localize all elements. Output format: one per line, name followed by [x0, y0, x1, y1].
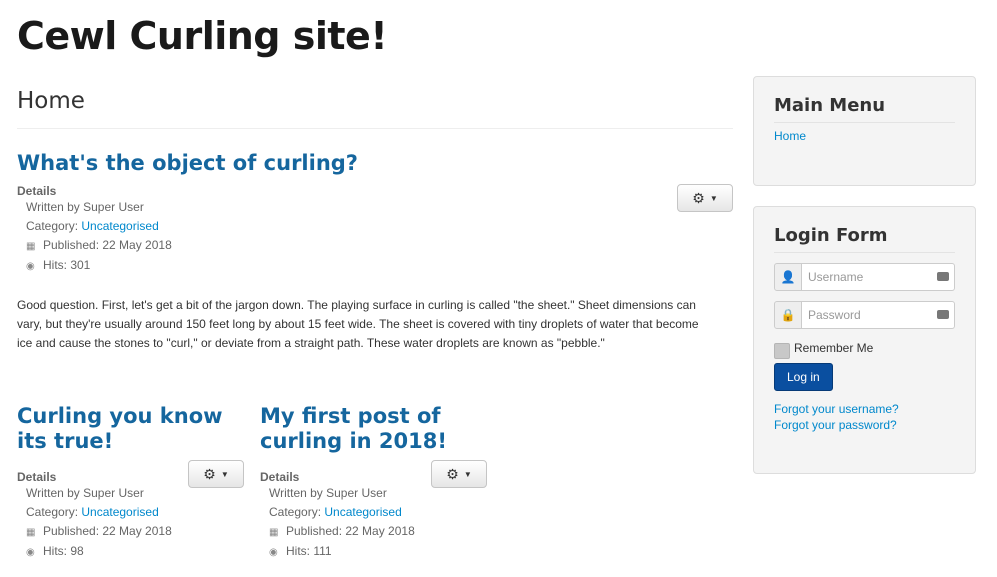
article-card: My first post of curling in 2018! ⚙ ▼ De…: [260, 404, 490, 562]
main-content: Home What's the object of curling? ⚙ ▼ D…: [17, 88, 733, 353]
eye-icon: ◉: [26, 261, 35, 272]
calendar-icon: ▦: [26, 527, 36, 538]
published-text: Published: 22 May 2018: [43, 238, 172, 252]
password-input[interactable]: Password: [802, 301, 955, 329]
page-heading: Home: [17, 88, 733, 129]
article-title[interactable]: Curling you know its true!: [17, 404, 247, 454]
gear-icon: ⚙: [692, 189, 705, 206]
article-title[interactable]: What's the object of curling?: [17, 151, 733, 176]
remember-checkbox[interactable]: [774, 343, 790, 359]
password-placeholder: Password: [808, 308, 861, 322]
eye-icon: ◉: [269, 547, 278, 558]
caret-down-icon: ▼: [709, 193, 718, 203]
main-menu-title: Main Menu: [774, 95, 955, 123]
lead-article: What's the object of curling? ⚙ ▼ Detail…: [17, 151, 733, 353]
remember-label: Remember Me: [794, 341, 874, 355]
keyboard-icon[interactable]: [937, 272, 949, 281]
category-link[interactable]: Uncategorised: [81, 219, 158, 233]
published-text: Published: 22 May 2018: [43, 524, 172, 538]
hits-text: Hits: 111: [286, 544, 332, 558]
article-tools-button[interactable]: ⚙ ▼: [677, 184, 733, 212]
details-label: Details: [17, 184, 57, 198]
caret-down-icon: ▼: [463, 469, 472, 479]
category-label: Category:: [26, 219, 82, 233]
login-form-title: Login Form: [774, 225, 955, 253]
article-title[interactable]: My first post of curling in 2018!: [260, 404, 490, 454]
password-group: 🔒 Password: [774, 301, 955, 329]
site-title[interactable]: Cewl Curling site!: [17, 14, 388, 58]
category-link[interactable]: Uncategorised: [324, 505, 401, 519]
category: Category: Uncategorised: [269, 503, 490, 522]
main-menu-module: Main Menu Home: [753, 76, 976, 186]
author: Written by Super User: [26, 200, 144, 214]
gear-icon: ⚙: [446, 465, 459, 482]
published-text: Published: 22 May 2018: [286, 524, 415, 538]
category-label: Category:: [269, 505, 325, 519]
username-placeholder: Username: [808, 270, 864, 284]
eye-icon: ◉: [26, 547, 35, 558]
forgot-username-link[interactable]: Forgot your username?: [774, 401, 955, 417]
caret-down-icon: ▼: [220, 469, 229, 479]
username-group: 👤 Username: [774, 263, 955, 291]
category-label: Category:: [26, 505, 82, 519]
category: Category: Uncategorised: [26, 503, 247, 522]
keyboard-icon[interactable]: [937, 310, 949, 319]
category: Category: Uncategorised: [26, 217, 733, 236]
remember-me: Remember Me: [774, 337, 955, 359]
gear-icon: ⚙: [203, 465, 216, 482]
menu-item-home[interactable]: Home: [774, 129, 806, 143]
article-card: Curling you know its true! ⚙ ▼ Details W…: [17, 404, 247, 562]
category-link[interactable]: Uncategorised: [81, 505, 158, 519]
user-icon: 👤: [774, 263, 802, 291]
article-tools-button[interactable]: ⚙ ▼: [188, 460, 244, 488]
forgot-password-link[interactable]: Forgot your password?: [774, 417, 955, 433]
article-tools-button[interactable]: ⚙ ▼: [431, 460, 487, 488]
calendar-icon: ▦: [26, 241, 36, 252]
hits: ◉ Hits: 111: [269, 542, 490, 562]
published-date: ▦ Published: 22 May 2018: [26, 522, 247, 542]
login-button[interactable]: Log in: [774, 363, 833, 391]
article-body: Good question. First, let's get a bit of…: [17, 298, 699, 350]
login-form-module: Login Form 👤 Username 🔒 Password Remembe…: [753, 206, 976, 474]
calendar-icon: ▦: [269, 527, 279, 538]
username-input[interactable]: Username: [802, 263, 955, 291]
published-date: ▦ Published: 22 May 2018: [269, 522, 490, 542]
login-links: Forgot your username? Forgot your passwo…: [774, 401, 955, 433]
hits-text: Hits: 301: [43, 258, 91, 272]
hits: ◉ Hits: 301: [26, 256, 733, 276]
article-info: Details Written by Super User Category: …: [17, 184, 733, 276]
hits: ◉ Hits: 98: [26, 542, 247, 562]
lock-icon: 🔒: [774, 301, 802, 329]
published-date: ▦ Published: 22 May 2018: [26, 236, 733, 256]
hits-text: Hits: 98: [43, 544, 84, 558]
